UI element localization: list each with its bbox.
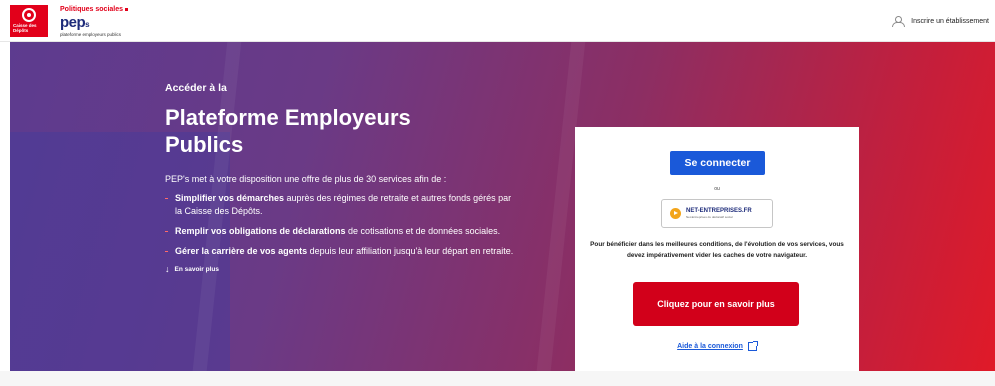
cache-notice: Pour bénéficier dans les meilleures cond… xyxy=(590,241,844,259)
brand-tagline-top: Politiques sociales xyxy=(60,6,128,14)
benefit-strong: Remplir vos obligations de déclarations xyxy=(175,226,346,236)
hero-benefits-list: Simplifier vos démarches auprès des régi… xyxy=(165,192,525,258)
brand-name-text: pep xyxy=(60,14,86,31)
connect-button[interactable]: Se connecter xyxy=(670,151,765,175)
learn-more-label: En savoir plus xyxy=(174,266,219,273)
logo-ring-icon xyxy=(22,8,36,22)
hero-pre-title: Accéder à la xyxy=(165,82,227,94)
enroll-establishment-link[interactable]: Inscrire un établissement xyxy=(891,16,989,27)
net-entreprises-text: NET-ENTREPRISES.FR Net-Entreprises du dé… xyxy=(686,208,752,219)
benefit-text: de cotisations et de données sociales. xyxy=(345,226,501,236)
net-entreprises-title: NET-ENTREPRISES.FR xyxy=(686,208,752,214)
user-add-icon xyxy=(891,16,906,27)
login-card: Se connecter ou NET-ENTREPRISES.FR Net-E… xyxy=(575,127,859,371)
list-item: Simplifier vos démarches auprès des régi… xyxy=(165,192,515,218)
arrow-down-icon: ↓ xyxy=(165,264,170,274)
hero-content: Accéder à la Plateforme Employeurs Publi… xyxy=(165,82,525,274)
brand-suffix: s xyxy=(85,20,90,29)
help-label: Aide à la connexion xyxy=(677,343,743,350)
net-entreprises-button[interactable]: NET-ENTREPRISES.FR Net-Entreprises du dé… xyxy=(661,199,773,228)
learn-more-button[interactable]: Cliquez pour en savoir plus xyxy=(633,282,799,326)
logo-text: Caisse des Dépôts xyxy=(13,23,37,33)
site-header: Caisse des Dépôts Politiques sociales pe… xyxy=(0,0,995,42)
help-connection-link[interactable]: Aide à la connexion xyxy=(575,341,859,351)
list-item: Remplir vos obligations de déclarations … xyxy=(165,225,515,238)
peps-brand[interactable]: Politiques sociales peps plateforme empl… xyxy=(60,6,128,37)
hero-intro: PEP's met à votre disposition une offre … xyxy=(165,174,447,184)
or-separator: ou xyxy=(714,186,720,192)
benefit-strong: Simplifier vos démarches xyxy=(175,193,285,203)
play-icon xyxy=(670,208,681,219)
hero-title: Plateforme Employeurs Publics xyxy=(165,105,411,157)
page-bottom-strip xyxy=(0,371,995,386)
brand-name: peps xyxy=(60,15,128,32)
benefit-text: depuis leur affiliation jusqu'à leur dép… xyxy=(307,246,514,256)
external-link-icon xyxy=(747,341,758,351)
list-item: Gérer la carrière de vos agents depuis l… xyxy=(165,245,515,258)
net-entreprises-subtitle: Net-Entreprises du déclaratif social xyxy=(686,215,733,219)
hero-banner: Accéder à la Plateforme Employeurs Publi… xyxy=(10,42,995,371)
benefit-strong: Gérer la carrière de vos agents xyxy=(175,246,308,256)
brand-tagline-bottom: plateforme employeurs publics xyxy=(60,32,122,37)
learn-more-link[interactable]: ↓ En savoir plus xyxy=(165,265,525,274)
enroll-label: Inscrire un établissement xyxy=(911,18,989,25)
caisse-des-depots-logo[interactable]: Caisse des Dépôts xyxy=(10,5,48,37)
